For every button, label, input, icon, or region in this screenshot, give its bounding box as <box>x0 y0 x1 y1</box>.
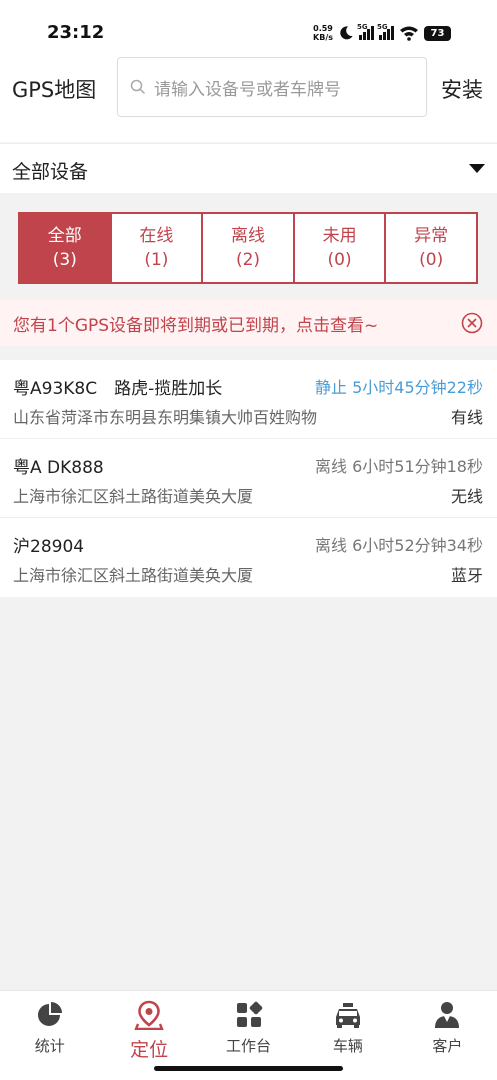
location-pin-icon <box>134 1000 164 1030</box>
wifi-icon <box>400 26 418 41</box>
device-plate: 粤A DK888 <box>13 458 104 478</box>
nav-statistics[interactable]: 统计 <box>0 991 99 1080</box>
device-status: 静止 5小时45分钟22秒 <box>315 378 483 397</box>
device-connection-type: 蓝牙 <box>450 566 483 585</box>
status-time: 23:12 <box>47 22 105 43</box>
signal-icon: 5G <box>357 23 374 40</box>
close-icon[interactable] <box>461 312 483 334</box>
tab-online[interactable]: 在线 (1) <box>111 214 204 282</box>
list-item[interactable]: 沪28904 离线 6小时52分钟34秒 上海市徐汇区斜土路街道美奂大厦 蓝牙 <box>0 518 497 597</box>
expiry-notice[interactable]: 您有1个GPS设备即将到期或已到期，点击查看~ <box>0 300 497 346</box>
tab-offline[interactable]: 离线 (2) <box>203 214 295 282</box>
device-connection-type: 无线 <box>450 487 483 506</box>
device-filter-label: 全部设备 <box>12 161 89 183</box>
net-speed: 0.59 KB/s <box>313 24 333 42</box>
tab-abnormal[interactable]: 异常 (0) <box>386 214 476 282</box>
user-icon <box>435 1002 460 1028</box>
search-placeholder: 请输入设备号或者车牌号 <box>154 79 341 100</box>
list-item[interactable]: 粤A93K8C 路虎-揽胜加长 静止 5小时45分钟22秒 山东省菏泽市东明县东… <box>0 360 497 439</box>
device-list: 粤A93K8C 路虎-揽胜加长 静止 5小时45分钟22秒 山东省菏泽市东明县东… <box>0 360 497 597</box>
device-address: 上海市徐汇区斜土路街道美奂大厦 <box>13 487 254 506</box>
notice-text: 您有1个GPS设备即将到期或已到期，点击查看~ <box>13 316 379 336</box>
device-address: 山东省菏泽市东明县东明集镇大帅百姓购物 <box>13 408 318 427</box>
tab-unused[interactable]: 未用 (0) <box>294 214 387 282</box>
page-title: GPS地图 <box>12 78 97 102</box>
workbench-icon <box>236 1001 262 1027</box>
device-connection-type: 有线 <box>450 408 483 427</box>
moon-icon <box>340 26 353 40</box>
device-filter-dropdown[interactable]: 全部设备 <box>0 143 497 193</box>
status-icons: 0.59 KB/s 5G 5G 73 <box>313 22 451 44</box>
device-plate: 粤A93K8C 路虎-揽胜加长 <box>13 379 223 399</box>
search-icon <box>130 79 146 95</box>
device-address: 上海市徐汇区斜土路街道美奂大厦 <box>13 566 254 585</box>
list-item[interactable]: 粤A DK888 离线 6小时51分钟18秒 上海市徐汇区斜土路街道美奂大厦 无… <box>0 439 497 518</box>
device-plate: 沪28904 <box>13 537 85 557</box>
device-status: 离线 6小时52分钟34秒 <box>315 536 483 555</box>
signal-icon: 5G <box>377 23 394 40</box>
tab-all[interactable]: 全部 (3) <box>20 214 112 282</box>
device-status: 离线 6小时51分钟18秒 <box>315 457 483 476</box>
home-indicator <box>154 1066 343 1071</box>
battery-icon: 73 <box>424 25 451 41</box>
nav-customers[interactable]: 客户 <box>398 991 497 1080</box>
caret-down-icon <box>469 164 485 173</box>
header: GPS地图 请输入设备号或者车牌号 安装 <box>0 50 497 142</box>
pie-chart-icon <box>37 1002 62 1026</box>
search-input[interactable]: 请输入设备号或者车牌号 <box>117 57 427 117</box>
status-tabs: 全部 (3) 在线 (1) 离线 (2) 未用 (0) 异常 (0) <box>18 212 478 284</box>
install-button[interactable]: 安装 <box>441 74 483 104</box>
car-icon <box>335 1003 360 1028</box>
